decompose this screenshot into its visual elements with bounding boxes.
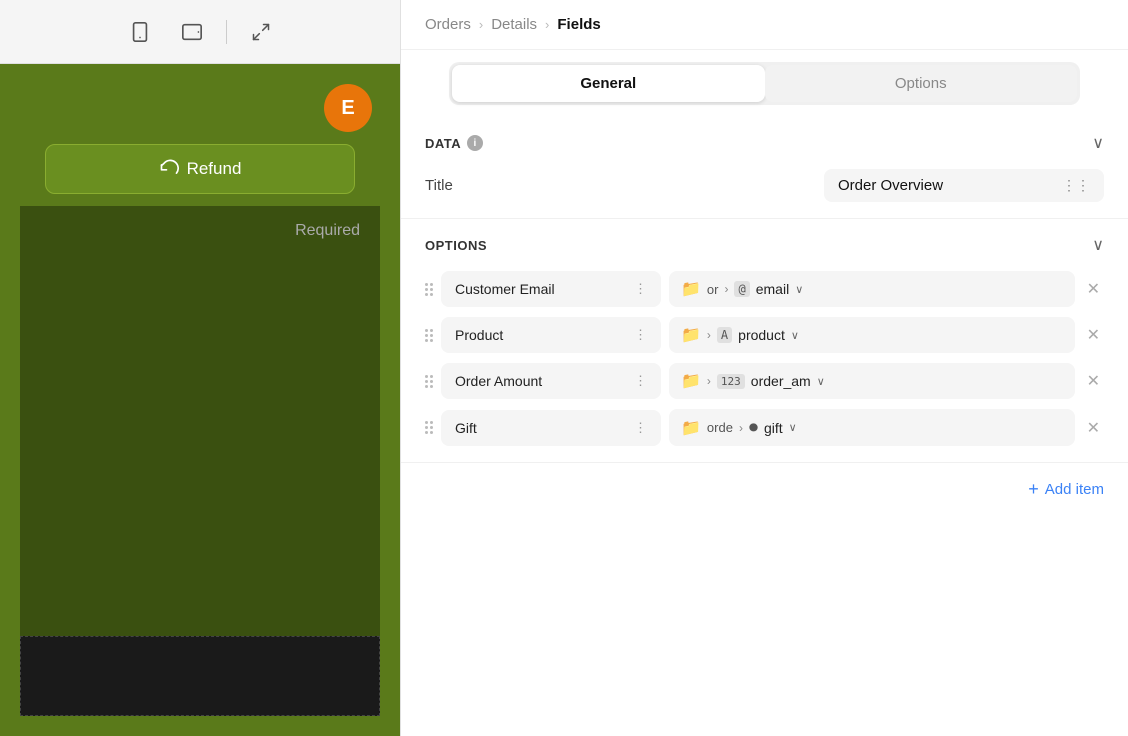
left-panel: E Refund Required xyxy=(0,0,400,736)
add-item-row: + Add item xyxy=(401,463,1128,516)
table-row: Customer Email ⋮ 📁 or › @ email ∨ ✕ xyxy=(425,271,1104,307)
breadcrumb-sep-1: › xyxy=(479,17,483,32)
option-menu-icon[interactable]: ⋮ xyxy=(634,281,647,297)
close-icon[interactable]: ✕ xyxy=(1083,275,1104,303)
breadcrumb-details[interactable]: Details xyxy=(491,16,537,33)
options-chevron-icon[interactable]: ∨ xyxy=(1092,235,1104,255)
option-prefix: orde xyxy=(707,420,733,435)
option-label-box: Gift ⋮ xyxy=(441,410,661,446)
phone-icon[interactable] xyxy=(122,14,158,50)
dropdown-arrow-icon: ∨ xyxy=(817,375,825,388)
close-icon[interactable]: ✕ xyxy=(1083,321,1104,349)
dropdown-arrow-icon: ∨ xyxy=(795,283,803,296)
expand-icon[interactable] xyxy=(243,14,279,50)
required-label: Required xyxy=(295,222,360,240)
arrow-icon: › xyxy=(739,421,743,435)
tab-general[interactable]: General xyxy=(452,65,765,102)
arrow-icon: › xyxy=(707,328,711,342)
breadcrumb-fields: Fields xyxy=(557,16,600,33)
title-dots-icon[interactable]: ⋮⋮ xyxy=(1062,177,1090,194)
type-icon: A xyxy=(717,327,732,343)
folder-icon: 📁 xyxy=(681,325,701,345)
avatar: E xyxy=(324,84,372,132)
option-value-box[interactable]: 📁 › 123 order_am ∨ xyxy=(669,363,1075,399)
table-row: Product ⋮ 📁 › A product ∨ ✕ xyxy=(425,317,1104,353)
table-row: Order Amount ⋮ 📁 › 123 order_am ∨ ✕ xyxy=(425,363,1104,399)
add-item-plus-icon: + xyxy=(1028,479,1039,500)
option-prefix: or xyxy=(707,282,719,297)
options-list: Customer Email ⋮ 📁 or › @ email ∨ ✕ xyxy=(425,271,1104,446)
tabs-wrapper: General Options xyxy=(401,50,1128,117)
close-icon[interactable]: ✕ xyxy=(1083,367,1104,395)
toggle-icon: ⏺ xyxy=(749,417,758,438)
folder-icon: 📁 xyxy=(681,418,701,438)
type-icon: @ xyxy=(734,281,749,297)
option-label-box: Customer Email ⋮ xyxy=(441,271,661,307)
tablet-icon[interactable] xyxy=(174,14,210,50)
tabs-row: General Options xyxy=(449,62,1080,105)
option-value-box[interactable]: 📁 orde › ⏺ gift ∨ xyxy=(669,409,1075,446)
arrow-icon: › xyxy=(707,374,711,388)
close-icon[interactable]: ✕ xyxy=(1083,414,1104,442)
options-section-title: OPTIONS xyxy=(425,238,487,253)
preview-area: E Refund Required xyxy=(0,64,400,736)
option-value-text: gift xyxy=(764,420,783,436)
drag-handle[interactable] xyxy=(425,375,433,388)
folder-icon: 📁 xyxy=(681,279,701,299)
option-value-text: email xyxy=(756,281,789,297)
breadcrumb: Orders › Details › Fields xyxy=(401,0,1128,50)
dark-section xyxy=(20,636,380,716)
option-menu-icon[interactable]: ⋮ xyxy=(634,420,647,436)
option-value-box[interactable]: 📁 or › @ email ∨ xyxy=(669,271,1075,307)
toolbar xyxy=(0,0,400,64)
title-field-label: Title xyxy=(425,177,453,194)
toolbar-divider xyxy=(226,20,227,44)
option-menu-icon[interactable]: ⋮ xyxy=(634,373,647,389)
options-section-header: OPTIONS ∨ xyxy=(425,235,1104,255)
title-row: Title Order Overview ⋮⋮ xyxy=(425,169,1104,202)
option-label: Gift xyxy=(455,420,477,436)
drag-handle[interactable] xyxy=(425,283,433,296)
option-label: Product xyxy=(455,327,503,343)
tab-options[interactable]: Options xyxy=(765,65,1078,102)
refund-button[interactable]: Refund xyxy=(45,144,355,194)
option-menu-icon[interactable]: ⋮ xyxy=(634,327,647,343)
option-label-box: Order Amount ⋮ xyxy=(441,363,661,399)
breadcrumb-sep-2: › xyxy=(545,17,549,32)
title-value-box[interactable]: Order Overview ⋮⋮ xyxy=(824,169,1104,202)
right-panel: Orders › Details › Fields General Option… xyxy=(400,0,1128,736)
data-section-title: DATA i xyxy=(425,135,483,151)
data-chevron-icon[interactable]: ∨ xyxy=(1092,133,1104,153)
option-value-box[interactable]: 📁 › A product ∨ xyxy=(669,317,1075,353)
folder-icon: 📁 xyxy=(681,371,701,391)
option-label: Order Amount xyxy=(455,373,542,389)
required-section: Required xyxy=(20,206,380,636)
add-item-button[interactable]: + Add item xyxy=(1028,479,1104,500)
data-section-header: DATA i ∨ xyxy=(425,133,1104,153)
option-label: Customer Email xyxy=(455,281,555,297)
title-value-text: Order Overview xyxy=(838,177,943,194)
drag-handle[interactable] xyxy=(425,421,433,434)
data-section: DATA i ∨ Title Order Overview ⋮⋮ xyxy=(401,117,1128,219)
options-section: OPTIONS ∨ Customer Email ⋮ 📁 or xyxy=(401,219,1128,463)
table-row: Gift ⋮ 📁 orde › ⏺ gift ∨ ✕ xyxy=(425,409,1104,446)
dropdown-arrow-icon: ∨ xyxy=(791,329,799,342)
type-icon: 123 xyxy=(717,374,745,389)
breadcrumb-orders[interactable]: Orders xyxy=(425,16,471,33)
option-value-text: product xyxy=(738,327,785,343)
add-item-label: Add item xyxy=(1045,481,1104,498)
dropdown-arrow-icon: ∨ xyxy=(789,421,797,434)
option-label-box: Product ⋮ xyxy=(441,317,661,353)
drag-handle[interactable] xyxy=(425,329,433,342)
data-info-icon[interactable]: i xyxy=(467,135,483,151)
option-value-text: order_am xyxy=(751,373,811,389)
arrow-icon: › xyxy=(724,282,728,296)
